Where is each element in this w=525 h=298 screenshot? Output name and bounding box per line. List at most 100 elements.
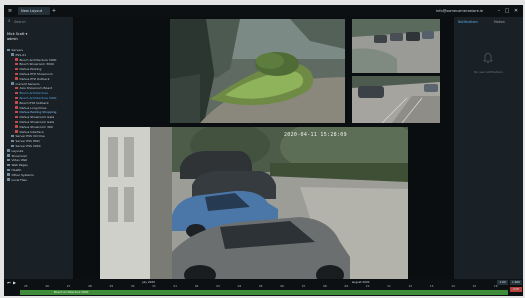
camera-icon [15, 120, 18, 123]
tree-item-label: Servers [11, 48, 23, 52]
server-icon [11, 53, 14, 56]
camera-icon [15, 96, 18, 99]
zoom-button-2[interactable]: 1:600 [510, 280, 522, 285]
garden-camera-feed [170, 19, 345, 123]
timeline-tick-label: 26 [45, 284, 49, 288]
menu-icon[interactable]: ≡ [7, 8, 13, 14]
notifications-panel: Notifications Motion No new notification… [454, 17, 523, 279]
timeline-tick-label: 10 [365, 284, 370, 288]
zoom-button-1[interactable]: 1:60 [497, 280, 508, 285]
timeline-tick-label: 02 [194, 284, 199, 288]
layout-view: 2020-04-11 15:28:09 [73, 17, 454, 279]
main-parking-feed [100, 127, 408, 279]
tree-item-label: PSS-01 [15, 52, 27, 57]
timeline[interactable]: ⏮ ▶ july 2020 august 2020 25 26 27 28 29 30 31 01… [4, 279, 523, 296]
folder-icon [7, 168, 10, 171]
timeline-tick-label: 31 [152, 284, 156, 288]
camera-icon [15, 130, 18, 133]
tree-item-label: Dahua Parking [19, 67, 42, 72]
camera-icon [15, 72, 18, 75]
timeline-tick-label: 30 [130, 284, 135, 288]
layout-tab[interactable]: New Layout [18, 7, 50, 15]
timeline-tick-label: 15 [472, 284, 477, 288]
timeline-tick-label: 07 [301, 284, 306, 288]
server-icon [11, 134, 14, 138]
tree-item-label: Layouts [11, 148, 24, 153]
bell-icon [483, 53, 493, 63]
timeline-tick-label: 03 [216, 284, 220, 288]
server-icon [11, 82, 14, 85]
timeline-tick-label: 12 [408, 284, 413, 288]
camera-icon [15, 91, 18, 95]
tree-item-label: Current Sensors [15, 81, 40, 86]
camera-tile-parking-overview[interactable] [352, 19, 440, 73]
tree-item-label: Bosch Architecture 3000 [19, 57, 57, 62]
folder-icon [7, 163, 10, 167]
tree-item-label: Web Pages [11, 163, 28, 168]
play-button[interactable]: ▶ [13, 280, 16, 286]
camera-icon [15, 115, 18, 119]
camera-icon [15, 101, 18, 104]
tree-item-label: Bosch Showroom 3000 [19, 62, 54, 67]
tab-motion[interactable]: Motion [494, 19, 505, 25]
tree-item-label: Dahua Showroom Gate [19, 115, 55, 120]
camera-icon [15, 110, 18, 114]
camera-icon [15, 125, 18, 128]
tab-notifications[interactable]: Notifications [458, 19, 478, 25]
add-tab-icon[interactable]: + [51, 8, 57, 14]
search-placeholder: Search [14, 20, 26, 24]
no-notifications-text: No new notifications [474, 70, 503, 74]
timeline-ruler[interactable]: july 2020 august 2020 25 26 27 28 29 30 31 01 02 03… [20, 280, 508, 289]
tree-item-label: Server PSS Vid One [15, 134, 45, 139]
layout-tab-label: New Layout [21, 9, 43, 13]
tree-item-label: Showroom [11, 153, 28, 158]
timeline-tick-label: 27 [66, 284, 71, 288]
timeline-tick-label: 28 [88, 284, 92, 288]
timeline-recording-bar[interactable]: Bosch Architecture 3000 [20, 290, 508, 295]
camera-tile-garden[interactable] [170, 19, 345, 123]
tree-item-label: Local Files [11, 177, 27, 182]
camera-icon [15, 106, 18, 109]
tree-item[interactable]: Local Files [7, 178, 27, 183]
server-icon [11, 144, 14, 147]
server-icon [11, 139, 14, 143]
minimize-icon[interactable]: – [496, 8, 502, 14]
tree-item-label: Video Wall [11, 158, 28, 163]
timeline-tick-label: 25 [24, 284, 28, 288]
tree-item-label: Bosch PTZ Outback [19, 100, 49, 105]
tree-item-label: Server PSS HDD [15, 139, 40, 144]
timeline-tick-label: 29 [109, 284, 114, 288]
live-button[interactable]: LIVE [510, 287, 522, 292]
camera-tile-main-parking[interactable]: 2020-04-11 15:28:09 [100, 127, 408, 279]
app-window: ≡ New Layout + info@somecamerastore.ie –… [4, 5, 523, 296]
timeline-tick-label: 04 [237, 284, 242, 288]
folder-icon [7, 178, 10, 181]
camera-icon [15, 67, 18, 71]
camera-tile-car-park[interactable] [352, 76, 440, 123]
timeline-tick-label: 11 [387, 284, 391, 288]
folder-icon [7, 149, 10, 152]
maximize-icon[interactable]: □ [504, 8, 510, 14]
tree-item-label: Dahua Long Drive [19, 105, 47, 110]
tree-item-label: Dahua Interface [19, 129, 44, 134]
timeline-tick-label: 01 [173, 284, 178, 288]
title-bar: ≡ New Layout + info@somecamerastore.ie –… [4, 5, 523, 17]
current-user[interactable]: info@somecamerastore.ie [436, 5, 483, 17]
skip-back-button[interactable]: ⏮ [7, 280, 11, 286]
camera-icon [15, 77, 18, 80]
timeline-tick-label: 06 [280, 284, 284, 288]
folder-icon [7, 173, 10, 176]
user-role[interactable]: admin [7, 37, 18, 42]
close-icon[interactable]: ✕ [513, 8, 519, 14]
timeline-tick-label: 08 [323, 284, 327, 288]
timeline-tick-label: 14 [451, 284, 455, 288]
search-input[interactable]: ⌕ Search [7, 19, 69, 25]
camera-icon [15, 86, 18, 90]
tree-item-label: Server PSS 2000 [15, 144, 41, 148]
folder-icon [7, 158, 10, 162]
folder-icon [7, 48, 10, 51]
camera-icon [15, 58, 18, 61]
timeline-tick-label: 09 [344, 284, 349, 288]
timeline-tick-label: 05 [259, 284, 263, 288]
camera-icon [15, 62, 18, 66]
